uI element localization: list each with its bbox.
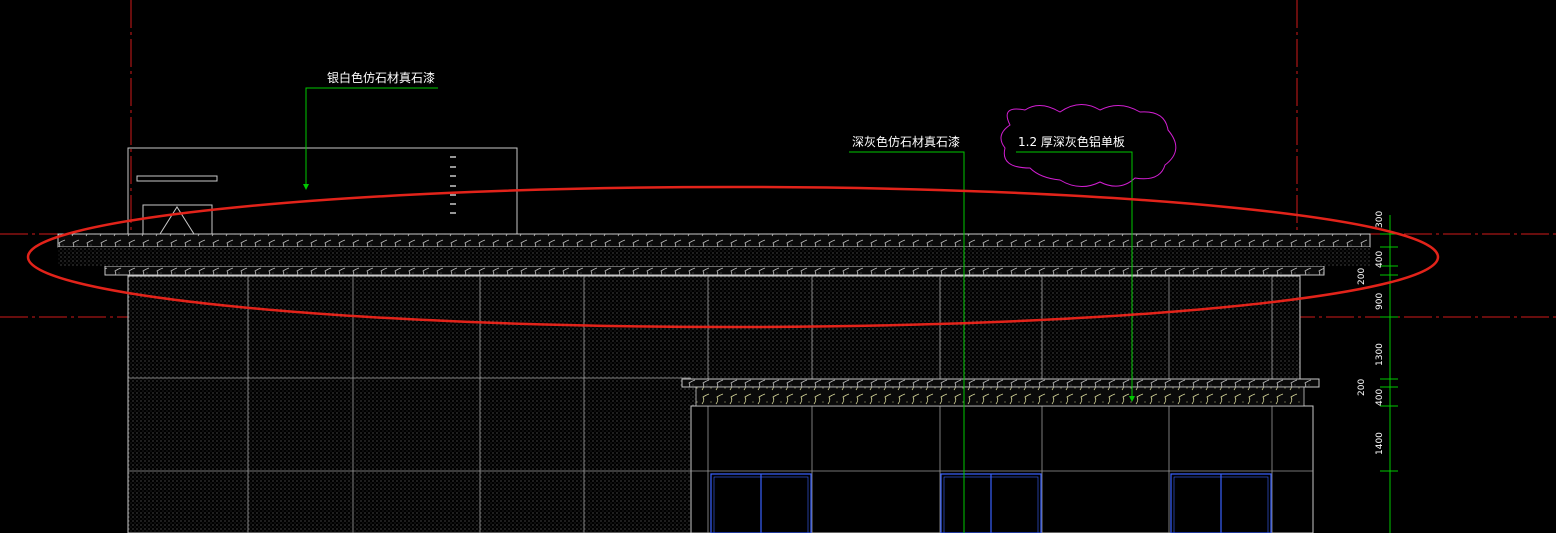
dim-200-lower: 200 bbox=[1357, 379, 1367, 396]
cad-elevation-drawing: 银白色仿石材真石漆 深灰色仿石材真石漆 1.2 厚深灰色铝单板 300 400 … bbox=[0, 0, 1556, 533]
dim-1400: 1400 bbox=[1375, 432, 1385, 455]
cornice-top bbox=[57, 233, 1371, 248]
leader-silver-stone bbox=[305, 87, 438, 188]
rooftop-structure bbox=[127, 147, 518, 235]
dim-400-lower: 400 bbox=[1375, 389, 1385, 406]
label-dark-grey-stone-paint: 深灰色仿石材真石漆 bbox=[852, 135, 960, 149]
cornice-band-upper bbox=[104, 265, 1325, 276]
label-aluminum-panel: 1.2 厚深灰色铝单板 bbox=[1018, 134, 1125, 149]
cornice-band-mid bbox=[58, 247, 1370, 266]
cornice-lower-wing-base bbox=[695, 386, 1305, 407]
cornice-lower-wing bbox=[681, 378, 1320, 388]
dim-200-upper: 200 bbox=[1357, 268, 1367, 285]
dim-400-upper: 400 bbox=[1375, 251, 1385, 268]
label-silver-stone-paint: 银白色仿石材真石漆 bbox=[327, 70, 435, 85]
dim-900: 900 bbox=[1375, 293, 1385, 310]
dim-300: 300 bbox=[1375, 211, 1385, 228]
facade-lower-wing bbox=[690, 405, 1314, 533]
dim-1300: 1300 bbox=[1375, 343, 1385, 366]
